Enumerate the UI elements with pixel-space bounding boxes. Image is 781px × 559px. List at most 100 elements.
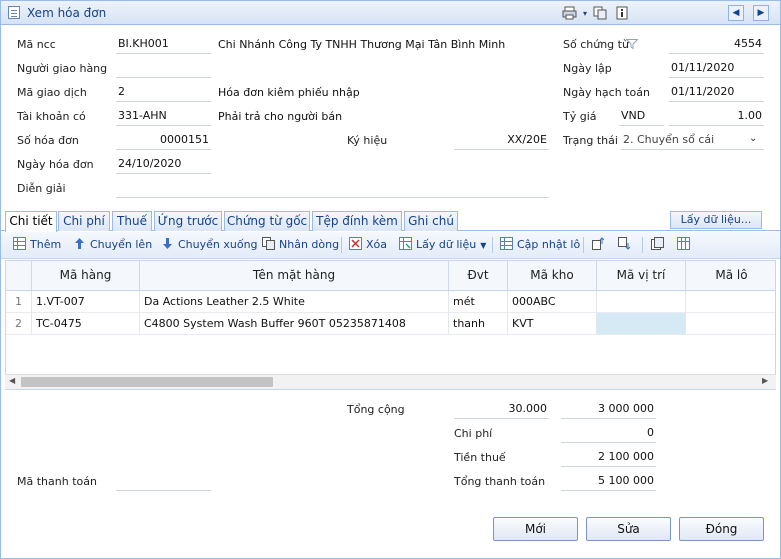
column-chooser-button[interactable] (677, 237, 694, 254)
cell-ma-hang[interactable]: TC-0475 (32, 313, 140, 335)
tab-chi-tiet[interactable]: Chi tiết (5, 211, 57, 232)
ngay-hd-label: Ngày hóa đơn (17, 158, 94, 171)
ngay-hd-field[interactable]: 24/10/2020 (116, 157, 211, 174)
column-header-dvt[interactable]: Đvt (449, 261, 508, 291)
invoice-header-form: Mã ncc BI.KH001 Chi Nhánh Công Ty TNHH T… (1, 26, 780, 209)
print-icon[interactable] (561, 5, 577, 21)
cell-ten-mat-hang[interactable]: C4800 System Wash Buffer 960T 0523587140… (140, 313, 449, 335)
insert-above-icon (592, 237, 604, 250)
detail-tabs: Chi tiết Chi phí Thuế Ứng trước Chứng từ… (1, 209, 780, 232)
tien-thue-value: 2 100 000 (561, 450, 656, 467)
them-label: Thêm (30, 238, 62, 251)
insert-above-button[interactable] (591, 237, 608, 254)
currency-field[interactable]: VND (619, 109, 664, 126)
next-record-icon[interactable]: ▶ (753, 5, 769, 21)
moi-button[interactable]: Mới (493, 517, 578, 541)
nhan-dong-button[interactable]: Nhân dòng (262, 237, 339, 254)
title-bar: Xem hóa đơn ▾ ◀ ▶ (1, 1, 780, 25)
so-hd-label: Số hóa đơn (17, 134, 79, 147)
tien-thue-label: Tiền thuế (454, 451, 506, 464)
ma-gd-field[interactable]: 2 (116, 85, 211, 102)
so-hd-field[interactable]: 0000151 (116, 133, 211, 150)
cap-nhat-lo-label: Cập nhật lô (517, 238, 581, 251)
column-header-ma-vi-tri[interactable]: Mã vị trí (597, 261, 686, 291)
nguoi-giao-label: Người giao hàng (17, 62, 108, 75)
insert-below-icon (618, 237, 630, 250)
ty-gia-field[interactable]: 1.00 (669, 109, 764, 126)
cell-ma-kho[interactable]: 000ABC (508, 291, 597, 313)
column-header-ma-hang[interactable]: Mã hàng (32, 261, 140, 291)
cell-ma-vi-tri[interactable] (597, 291, 686, 313)
lay-du-lieu-tool[interactable]: Lấy dữ liệu ▼ (399, 237, 486, 254)
column-header-ma-kho[interactable]: Mã kho (508, 261, 597, 291)
cell-ma-kho[interactable]: KVT (508, 313, 597, 335)
totals-panel: Tổng cộng 30.000 3 000 000 Chi phí 0 Tiề… (1, 391, 780, 511)
ma-gd-label: Mã giao dịch (17, 86, 87, 99)
print-dropdown-icon[interactable]: ▾ (577, 5, 593, 21)
tab-ung-truoc[interactable]: Ứng trước (154, 211, 222, 231)
column-header-ma-lo[interactable]: Mã lô (686, 261, 775, 291)
dong-button[interactable]: Đóng (679, 517, 764, 541)
trang-thai-label: Trạng thái (563, 134, 618, 147)
cell-ma-hang[interactable]: 1.VT-007 (32, 291, 140, 313)
toolbar-separator (642, 237, 643, 253)
cell-dvt[interactable]: mét (449, 291, 508, 313)
tab-thue[interactable]: Thuế (112, 211, 152, 231)
ngay-ht-field[interactable]: 01/11/2020 (669, 85, 764, 102)
ma-ncc-label: Mã ncc (17, 38, 56, 51)
sua-button[interactable]: Sửa (586, 517, 671, 541)
cell-ma-vi-tri-selected[interactable] (597, 313, 686, 335)
ky-hieu-field[interactable]: XX/20E (454, 133, 549, 150)
arrow-down-icon (163, 238, 172, 249)
toolbar-separator (583, 237, 584, 253)
cell-ma-lo[interactable] (686, 313, 775, 335)
cap-nhat-lo-button[interactable]: Cập nhật lô (500, 237, 580, 254)
chi-phi-label: Chi phí (454, 427, 493, 440)
nguoi-giao-field[interactable] (116, 61, 211, 78)
export-button[interactable] (651, 237, 668, 254)
ky-hieu-label: Ký hiệu (347, 134, 388, 147)
previous-record-icon[interactable]: ◀ (728, 5, 744, 21)
update-lot-icon (500, 237, 513, 250)
tab-chi-phi[interactable]: Chi phí (58, 211, 110, 231)
cell-dvt[interactable]: thanh (449, 313, 508, 335)
trang-thai-select[interactable]: 2. Chuyển sổ cái (621, 133, 764, 150)
arrow-up-icon (75, 238, 84, 249)
copy-icon[interactable] (592, 5, 608, 21)
ngay-ht-label: Ngày hạch toán (563, 86, 650, 99)
info-icon[interactable] (614, 5, 630, 21)
chuyen-xuong-button[interactable]: Chuyển xuống (161, 237, 258, 254)
cell-ma-lo[interactable] (686, 291, 775, 313)
ma-tt-field[interactable] (116, 474, 211, 491)
lay-du-lieu-button[interactable]: Lấy dữ liệu... (670, 211, 762, 229)
scroll-right-icon[interactable]: ▶ (762, 376, 768, 385)
chuyen-len-button[interactable]: Chuyển lên (73, 237, 152, 254)
document-icon (8, 6, 20, 19)
ngay-lap-field[interactable]: 01/11/2020 (669, 61, 764, 78)
chevron-down-icon[interactable]: ⌄ (749, 133, 757, 144)
ngay-lap-label: Ngày lập (563, 62, 612, 75)
tong-tt-value: 5 100 000 (561, 474, 656, 491)
tk-co-field[interactable]: 331-AHN (116, 109, 211, 126)
tab-chung-tu-goc[interactable]: Chứng từ gốc (224, 211, 310, 231)
line-items-grid: Mã hàng Tên mặt hàng Đvt Mã kho Mã vị tr… (5, 260, 776, 390)
cell-ten-mat-hang[interactable]: Da Actions Leather 2.5 White (140, 291, 449, 313)
scroll-left-icon[interactable]: ◀ (9, 376, 15, 385)
dien-giai-field[interactable] (116, 181, 549, 198)
duplicate-row-icon (262, 237, 275, 250)
column-header-ten-mat-hang[interactable]: Tên mặt hàng (140, 261, 449, 291)
tk-co-desc: Phải trả cho người bán (218, 110, 343, 123)
ma-ncc-field[interactable]: BI.KH001 (116, 37, 211, 54)
chuyen-len-label: Chuyển lên (90, 238, 153, 251)
filter-icon[interactable] (626, 39, 638, 49)
tab-tep-dinh-kem[interactable]: Tệp đính kèm (312, 211, 402, 231)
tab-ghi-chu[interactable]: Ghi chú (404, 211, 458, 231)
insert-below-button[interactable] (617, 237, 634, 254)
horizontal-scrollbar[interactable]: ◀ ▶ (5, 374, 776, 389)
so-ct-field[interactable]: 4554 (669, 37, 764, 54)
grid-toolbar: Thêm Chuyển lên Chuyển xuống Nhân dòng X… (1, 232, 780, 259)
scrollbar-thumb[interactable] (21, 377, 273, 387)
xoa-button[interactable]: Xóa (349, 237, 387, 254)
lay-du-lieu-label: Lấy dữ liệu (416, 238, 477, 251)
them-button[interactable]: Thêm (13, 237, 61, 254)
